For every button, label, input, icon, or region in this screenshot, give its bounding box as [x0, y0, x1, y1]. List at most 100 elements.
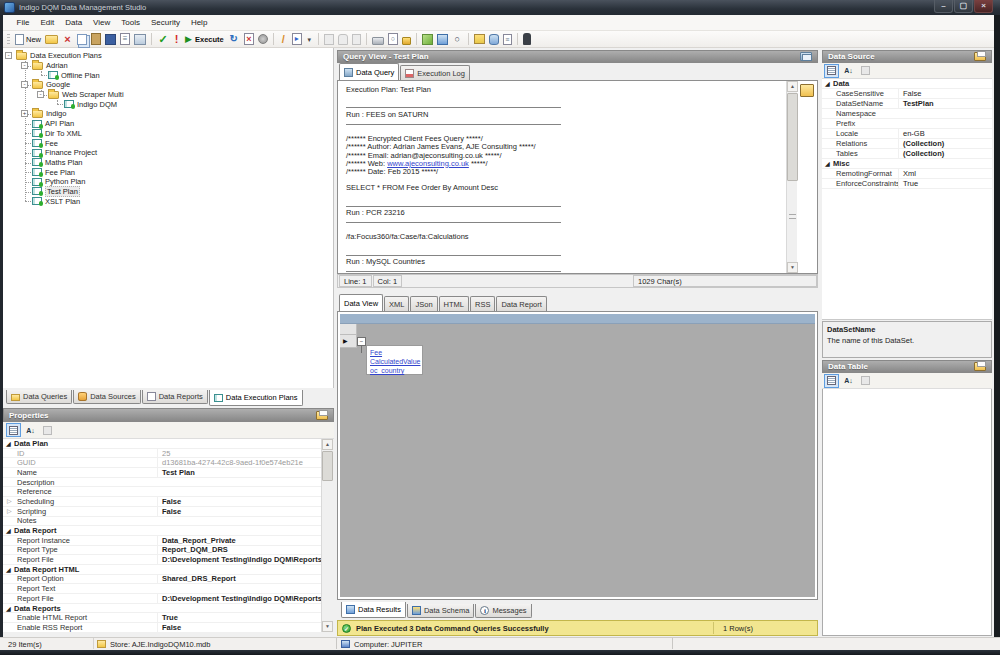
- dt-alphabetical-sort-button[interactable]: A↓: [841, 374, 856, 388]
- cancel-run-button[interactable]: ×: [243, 32, 255, 47]
- menu-file[interactable]: File: [11, 16, 35, 29]
- tree-item-adrian[interactable]: -Adrian: [3, 61, 333, 71]
- property-category-data-report-html[interactable]: ◢Data Report HTML: [3, 565, 321, 575]
- category-collapse-icon[interactable]: ◢: [6, 527, 14, 534]
- execute-button[interactable]: ▶Execute: [183, 32, 225, 47]
- property-row-report-option[interactable]: Report OptionShared_DRS_Report: [3, 575, 321, 585]
- property-row-description[interactable]: Description: [3, 478, 321, 488]
- category-collapse-icon[interactable]: ◢: [825, 80, 833, 87]
- properties-button[interactable]: [133, 32, 147, 47]
- tree-item-dir-to-xml[interactable]: Dir To XML: [3, 129, 333, 139]
- open-folder-button[interactable]: [44, 32, 59, 47]
- property-row-report-type[interactable]: Report TypeReport_DQM_DRS: [3, 546, 321, 556]
- property-row-remotingformat[interactable]: RemotingFormatXml: [822, 169, 992, 179]
- ds-alphabetical-sort-button[interactable]: A↓: [841, 64, 856, 78]
- category-collapse-icon[interactable]: ◢: [6, 566, 14, 573]
- menu-security[interactable]: Security: [145, 16, 185, 29]
- tab-data-report[interactable]: Data Report: [496, 296, 546, 311]
- close-button[interactable]: ×: [974, 0, 993, 13]
- save-all-button[interactable]: ≡: [119, 32, 131, 47]
- table-link-oc_country[interactable]: oc_country: [370, 366, 422, 375]
- property-row-scripting[interactable]: ▷ScriptingFalse: [3, 507, 321, 517]
- property-category-data-reports[interactable]: ◢Data Reports: [3, 604, 321, 614]
- user-disabled-button[interactable]: [337, 32, 349, 47]
- copy-button[interactable]: [76, 32, 88, 47]
- refresh-button[interactable]: ↻: [227, 32, 241, 47]
- tab-messages[interactable]: iMessages: [475, 604, 531, 618]
- tree-item-finance-project[interactable]: Finance Project: [3, 148, 333, 158]
- category-collapse-icon[interactable]: ◢: [6, 605, 14, 612]
- property-row-report-file[interactable]: Report FileD:\Development Testing\Indigo…: [3, 594, 321, 604]
- tab-data-reports[interactable]: Data Reports: [142, 390, 208, 404]
- property-row-enable-rss-report[interactable]: Enable RSS ReportFalse: [3, 623, 321, 632]
- property-category-misc[interactable]: ◢Misc: [822, 159, 992, 169]
- data-grid-row-header[interactable]: ▶: [340, 335, 357, 348]
- help-book-button[interactable]: [473, 32, 486, 47]
- tree-item-fee-plan[interactable]: Fee Plan: [3, 167, 333, 177]
- copy-disabled-button[interactable]: [323, 32, 335, 47]
- properties-scrollbar[interactable]: ▲ ▼: [321, 439, 332, 632]
- tree-item-fee[interactable]: Fee: [3, 138, 333, 148]
- categorized-view-button[interactable]: [6, 423, 21, 437]
- maximize-button[interactable]: ▢: [954, 0, 973, 13]
- tab-data-queries[interactable]: Data Queries: [6, 390, 72, 404]
- menu-help[interactable]: Help: [185, 16, 212, 29]
- expand-icon[interactable]: +: [21, 110, 28, 117]
- property-row-namespace[interactable]: Namespace: [822, 109, 992, 119]
- property-row-id[interactable]: ID25: [3, 449, 321, 459]
- tree-item-maths-plan[interactable]: Maths Plan: [3, 158, 333, 168]
- menu-edit[interactable]: Edit: [35, 16, 60, 29]
- property-row-enforceconstraints[interactable]: EnforceConstraintsTrue: [822, 179, 992, 189]
- collapse-icon[interactable]: -: [5, 52, 12, 59]
- table-link-calculatedvalue[interactable]: CalculatedValue: [370, 357, 422, 366]
- data-source-panel-icon[interactable]: [974, 52, 986, 61]
- paste-button[interactable]: [90, 32, 102, 47]
- menu-data[interactable]: Data: [60, 16, 88, 29]
- property-category-data-report[interactable]: ◢Data Report: [3, 526, 321, 536]
- property-row-datasetname[interactable]: DataSetNameTestPlan: [822, 99, 992, 109]
- minimize-button[interactable]: –: [934, 0, 953, 13]
- export-button[interactable]: ▸: [291, 32, 303, 47]
- tree-item-xslt-plan[interactable]: XSLT Plan: [3, 196, 333, 206]
- collapse-icon[interactable]: -: [21, 81, 28, 88]
- table-link-fee[interactable]: Fee: [370, 348, 422, 357]
- database-button[interactable]: [488, 32, 500, 47]
- validate-button[interactable]: ✓: [156, 32, 170, 47]
- tree-item-indigo-dqm[interactable]: Indigo DQM: [3, 99, 333, 109]
- property-row-name[interactable]: NameTest Plan: [3, 468, 321, 478]
- property-row-guid[interactable]: GUIDd13681ba-4274-42c8-9aed-1f0e574eb21e: [3, 458, 321, 468]
- tab-html[interactable]: HTML: [439, 296, 469, 311]
- property-row-report-file[interactable]: Report FileD:\Development Testing\Indigo…: [3, 555, 321, 565]
- property-row-enable-html-report[interactable]: Enable HTML ReportTrue: [3, 613, 321, 623]
- tab-data-execution-plans[interactable]: Data Execution Plans: [209, 390, 303, 406]
- data-table-panel-icon[interactable]: [974, 362, 986, 371]
- property-row-casesensitive[interactable]: CaseSensitiveFalse: [822, 89, 992, 99]
- open-query-button[interactable]: [800, 84, 814, 97]
- data-grid-collapse-node[interactable]: −: [357, 337, 366, 346]
- save-button[interactable]: [104, 32, 117, 47]
- property-row-report-text[interactable]: Report Text: [3, 584, 321, 594]
- tree-item-offline-plan[interactable]: Offline Plan: [3, 70, 333, 80]
- property-category-data[interactable]: ◢Data: [822, 79, 992, 89]
- query-scrollbar[interactable]: ▲ ▼: [786, 81, 797, 273]
- new-document-button[interactable]: New: [14, 32, 42, 47]
- tab-rss[interactable]: RSS: [470, 296, 495, 311]
- tree-item-api-plan[interactable]: API Plan: [3, 119, 333, 129]
- tab-execution-log[interactable]: Execution Log: [400, 65, 470, 80]
- tree-item-web-scraper-multi[interactable]: -Web Scraper Multi: [3, 90, 333, 100]
- print-button[interactable]: [371, 32, 385, 47]
- tab-data-schema[interactable]: Data Schema: [407, 604, 474, 618]
- delete-button[interactable]: ×: [61, 32, 74, 47]
- tab-json[interactable]: JSon: [410, 296, 437, 311]
- tab-data-query[interactable]: Data Query: [339, 63, 399, 80]
- alert-button[interactable]: !: [172, 32, 181, 47]
- tab-data-sources[interactable]: Data Sources: [73, 390, 140, 404]
- package-button[interactable]: [421, 32, 434, 47]
- tree-item-data-execution-plans[interactable]: -Data Execution Plans: [3, 51, 333, 61]
- collapse-icon[interactable]: -: [37, 91, 44, 98]
- ds-categorized-view-button[interactable]: [824, 64, 839, 78]
- report-button[interactable]: ≡: [502, 32, 513, 47]
- lock-button[interactable]: [401, 32, 412, 47]
- category-collapse-icon[interactable]: ◢: [825, 160, 833, 167]
- property-row-prefix[interactable]: Prefix: [822, 119, 992, 129]
